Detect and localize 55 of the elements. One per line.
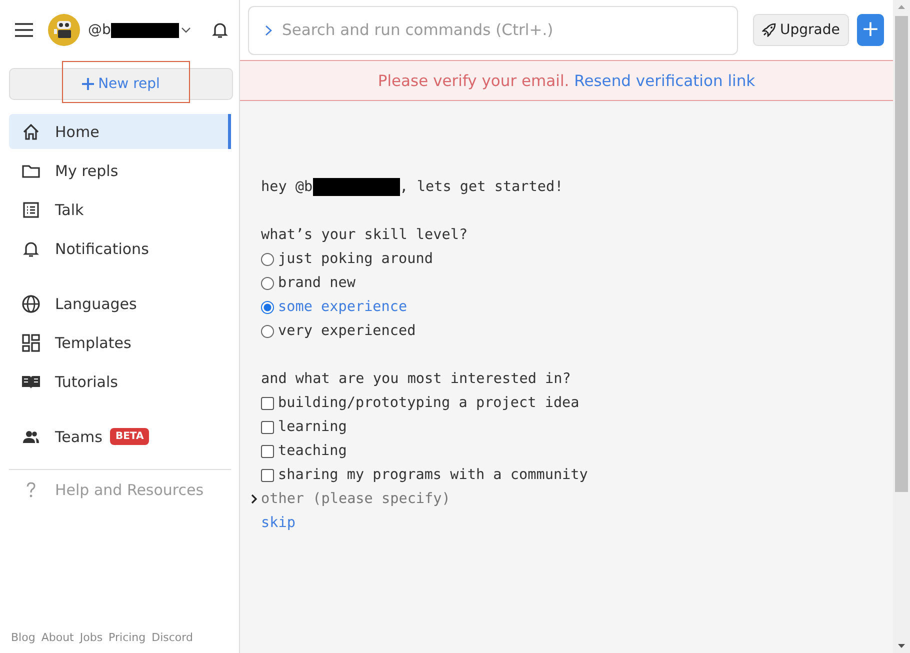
radio-button[interactable] <box>261 276 274 290</box>
resend-link[interactable]: Resend verification link <box>574 72 756 90</box>
nav-item[interactable]: Home <box>9 114 231 149</box>
new-repl-button[interactable]: New repl <box>9 68 233 100</box>
option-label[interactable]: building/prototyping a project idea <box>278 391 580 415</box>
footer-link[interactable]: Pricing <box>108 631 146 644</box>
verify-message: Please verify your email. Resend verification link <box>378 72 756 90</box>
checkbox[interactable] <box>261 420 274 434</box>
option-label[interactable]: some experience <box>278 295 408 319</box>
nav-item[interactable]: Talk <box>9 192 231 227</box>
caret-icon[interactable] <box>180 27 191 33</box>
username[interactable]: @b <box>88 22 111 38</box>
radio-button[interactable] <box>261 324 274 338</box>
nav-item[interactable]: Notifications <box>9 231 231 266</box>
plus-icon <box>82 78 94 90</box>
nav-item[interactable]: Templates <box>9 325 231 360</box>
skip-link[interactable]: skip <box>261 515 296 531</box>
nav-item[interactable]: My repls <box>9 153 231 188</box>
list-icon <box>21 200 41 220</box>
question-text: what’s your skill level? <box>261 226 468 245</box>
nav-item[interactable]: Teams BETA <box>9 419 231 454</box>
other-option[interactable]: other (please specify) <box>261 487 450 511</box>
greeting-text: , lets get started! <box>400 178 564 197</box>
question-text: and what are you most interested in? <box>261 370 571 389</box>
redaction-block <box>110 22 179 38</box>
radio-button[interactable] <box>261 300 274 314</box>
option-label[interactable]: very experienced <box>278 319 416 343</box>
greeting-text: hey @b <box>261 178 313 197</box>
beta-badge: BETA <box>110 428 149 445</box>
home-icon <box>21 122 41 142</box>
chevron-icon[interactable] <box>250 494 259 504</box>
checkbox[interactable] <box>261 444 274 458</box>
footer-link[interactable]: Blog <box>11 631 36 644</box>
footer-link[interactable]: Discord <box>152 631 193 644</box>
rocket-icon <box>762 23 776 37</box>
option-label[interactable]: sharing my programs with a community <box>278 463 588 487</box>
globe-icon <box>21 294 41 314</box>
avatar[interactable] <box>48 14 80 46</box>
checkbox[interactable] <box>261 468 274 482</box>
scrollbar-thumb[interactable] <box>895 16 908 492</box>
option-label[interactable]: teaching <box>278 439 347 463</box>
option-label[interactable]: learning <box>278 415 347 439</box>
chevron-icon <box>265 24 272 36</box>
checkbox[interactable] <box>261 396 274 410</box>
option-label[interactable]: just poking around <box>278 247 433 271</box>
footer-link[interactable]: Jobs <box>80 631 103 644</box>
upgrade-button[interactable]: Upgrade <box>753 14 849 46</box>
grid-icon <box>21 332 41 352</box>
nav-item[interactable]: Tutorials <box>9 364 231 399</box>
new-button[interactable]: + <box>856 14 884 46</box>
menu-icon[interactable] <box>14 22 34 38</box>
radio-button[interactable] <box>261 252 274 266</box>
nav-item[interactable]: Languages <box>9 286 231 321</box>
option-label[interactable]: brand new <box>278 271 356 295</box>
footer-link[interactable]: About <box>41 631 74 644</box>
